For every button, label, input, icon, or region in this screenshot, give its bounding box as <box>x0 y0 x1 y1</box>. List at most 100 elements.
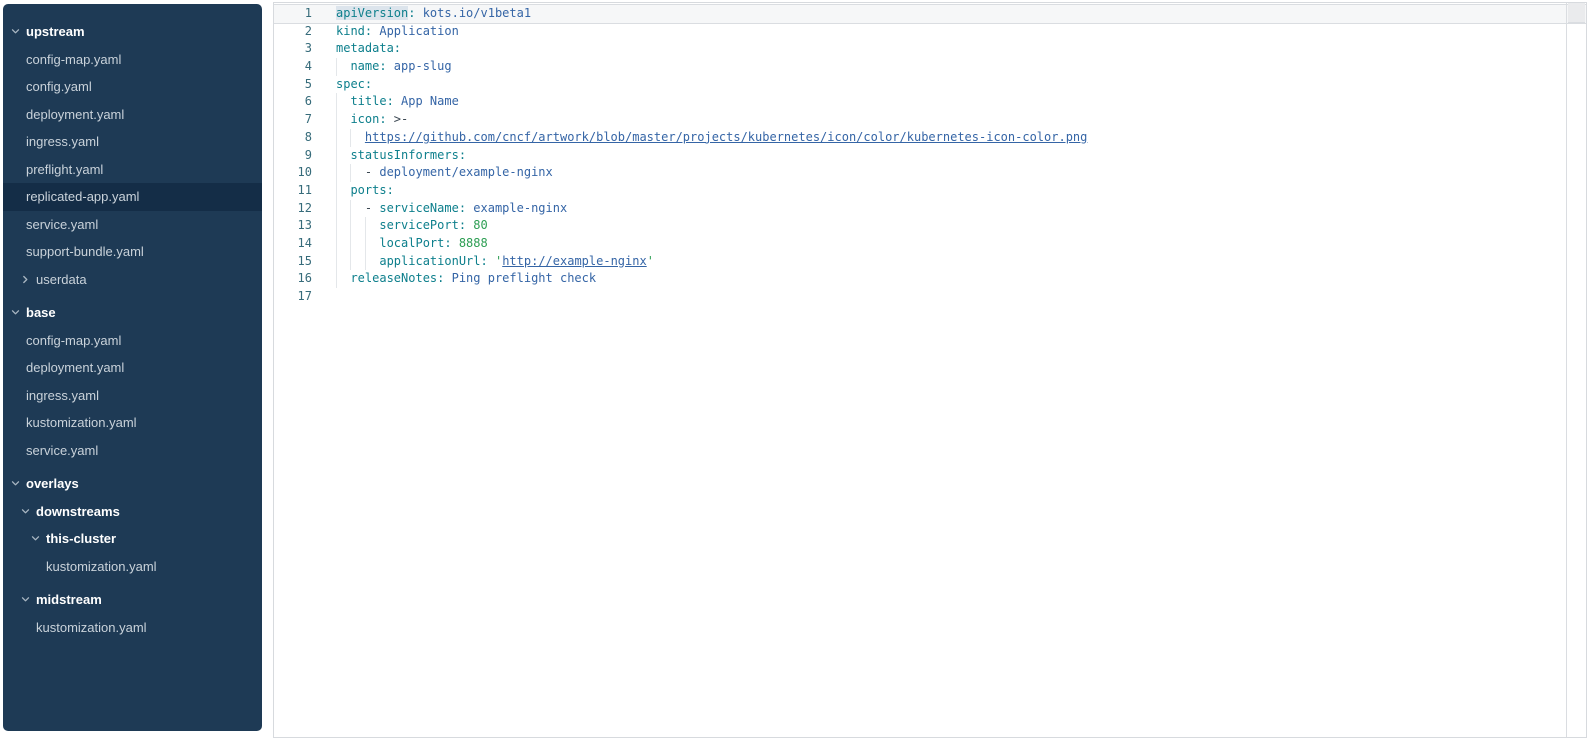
line-number: 1 <box>274 5 316 23</box>
tree-file-kustomization-yaml[interactable]: kustomization.yaml <box>3 553 262 581</box>
code-line-text: releaseNotes: Ping preflight check <box>316 270 1586 288</box>
line-number: 4 <box>274 58 316 76</box>
tree-item-label: kustomization.yaml <box>46 559 157 574</box>
line-number: 2 <box>274 23 316 41</box>
code-line-text: spec: <box>316 76 1586 94</box>
code-line: 6 title: App Name <box>274 93 1586 111</box>
code-line-text: ports: <box>316 182 1586 200</box>
tree-file-service-yaml[interactable]: service.yaml <box>3 211 262 239</box>
code-line: 14 localPort: 8888 <box>274 235 1586 253</box>
code-line: 7 icon: >- <box>274 111 1586 129</box>
indent-guide <box>350 253 351 271</box>
indent-guide <box>336 129 337 147</box>
line-number: 8 <box>274 129 316 147</box>
code-line-text: https://github.com/cncf/artwork/blob/mas… <box>316 129 1586 147</box>
code-line-text: localPort: 8888 <box>316 235 1586 253</box>
indent-guide <box>336 164 337 182</box>
tree-folder-downstreams[interactable]: downstreams <box>3 498 262 526</box>
tree-file-service-yaml[interactable]: service.yaml <box>3 437 262 465</box>
tree-file-deployment-yaml[interactable]: deployment.yaml <box>3 354 262 382</box>
code-line: 3metadata: <box>274 40 1586 58</box>
tree-item-label: service.yaml <box>26 217 98 232</box>
tree-file-config-map-yaml[interactable]: config-map.yaml <box>3 46 262 74</box>
chevron-right-icon <box>21 275 30 284</box>
tree-folder-midstream[interactable]: midstream <box>3 586 262 614</box>
tree-file-preflight-yaml[interactable]: preflight.yaml <box>3 156 262 184</box>
indent-guide <box>365 235 366 253</box>
tree-item-label: downstreams <box>36 504 120 519</box>
tree-item-label: ingress.yaml <box>26 388 99 403</box>
indent-guide <box>365 253 366 271</box>
indent-guide <box>336 147 337 165</box>
line-number: 7 <box>274 111 316 129</box>
code-line-text: applicationUrl: 'http://example-nginx' <box>316 253 1586 271</box>
indent-guide <box>350 129 351 147</box>
tree-folder-overlays[interactable]: overlays <box>3 470 262 498</box>
code-line-text: icon: >- <box>316 111 1586 129</box>
tree-folder-base[interactable]: base <box>3 299 262 327</box>
tree-item-label: userdata <box>36 272 87 287</box>
tree-file-config-map-yaml[interactable]: config-map.yaml <box>3 327 262 355</box>
code-line: 17 <box>274 288 1586 306</box>
line-number: 5 <box>274 76 316 94</box>
tree-file-kustomization-yaml[interactable]: kustomization.yaml <box>3 614 262 642</box>
code-line-text: title: App Name <box>316 93 1586 111</box>
line-number: 14 <box>274 235 316 253</box>
file-tree: upstream config-map.yaml config.yaml deploy… <box>3 18 262 641</box>
code-line: 5spec: <box>274 76 1586 94</box>
line-number: 12 <box>274 200 316 218</box>
line-number: 9 <box>274 147 316 165</box>
tree-item-label: deployment.yaml <box>26 107 124 122</box>
code-line-text: - serviceName: example-nginx <box>316 200 1586 218</box>
code-line-text: apiVersion: kots.io/v1beta1 <box>316 5 1586 23</box>
chevron-down-icon <box>21 595 30 604</box>
selected-word-highlight: apiVersion <box>336 6 408 20</box>
code-line-text: statusInformers: <box>316 147 1586 165</box>
yaml-editor[interactable]: 1apiVersion: kots.io/v1beta12kind: Appli… <box>273 2 1587 738</box>
code-line: 8 https://github.com/cncf/artwork/blob/m… <box>274 129 1586 147</box>
indent-guide <box>336 235 337 253</box>
line-number: 3 <box>274 40 316 58</box>
line-number: 15 <box>274 253 316 271</box>
tree-file-ingress-yaml[interactable]: ingress.yaml <box>3 382 262 410</box>
tree-folder-upstream[interactable]: upstream <box>3 18 262 46</box>
tree-item-label: overlays <box>26 476 79 491</box>
tree-file-deployment-yaml[interactable]: deployment.yaml <box>3 101 262 129</box>
tree-item-label: deployment.yaml <box>26 360 124 375</box>
tree-file-config-yaml[interactable]: config.yaml <box>3 73 262 101</box>
code-line: 13 servicePort: 80 <box>274 217 1586 235</box>
tree-item-label: kustomization.yaml <box>26 415 137 430</box>
line-number: 16 <box>274 270 316 288</box>
code-line-text: kind: Application <box>316 23 1586 41</box>
indent-guide <box>336 111 337 129</box>
chevron-down-icon <box>31 534 40 543</box>
tree-file-kustomization-yaml[interactable]: kustomization.yaml <box>3 409 262 437</box>
tree-folder-this-cluster[interactable]: this-cluster <box>3 525 262 553</box>
indent-guide <box>336 58 337 76</box>
code-line-text: name: app-slug <box>316 58 1586 76</box>
chevron-down-icon <box>11 479 20 488</box>
tree-item-label: replicated-app.yaml <box>26 189 139 204</box>
code-line: 4 name: app-slug <box>274 58 1586 76</box>
tree-file-replicated-app-yaml[interactable]: replicated-app.yaml <box>3 183 262 211</box>
tree-item-label: config-map.yaml <box>26 333 121 348</box>
code-line: 1apiVersion: kots.io/v1beta1 <box>274 5 1586 23</box>
scrollbar-thumb[interactable] <box>1568 3 1585 23</box>
tree-file-ingress-yaml[interactable]: ingress.yaml <box>3 128 262 156</box>
tree-file-support-bundle-yaml[interactable]: support-bundle.yaml <box>3 238 262 266</box>
indent-guide <box>336 270 337 288</box>
code-line-text: metadata: <box>316 40 1586 58</box>
tree-folder-userdata[interactable]: userdata <box>3 266 262 294</box>
code-line: 15 applicationUrl: 'http://example-nginx… <box>274 253 1586 271</box>
line-number: 13 <box>274 217 316 235</box>
tree-item-label: preflight.yaml <box>26 162 103 177</box>
code-line: 9 statusInformers: <box>274 147 1586 165</box>
tree-item-label: kustomization.yaml <box>36 620 147 635</box>
code-lines: 1apiVersion: kots.io/v1beta12kind: Appli… <box>274 5 1586 306</box>
tree-item-label: config.yaml <box>26 79 92 94</box>
code-line: 2kind: Application <box>274 23 1586 41</box>
vertical-scrollbar[interactable] <box>1566 3 1586 737</box>
tree-item-label: ingress.yaml <box>26 134 99 149</box>
indent-guide <box>336 93 337 111</box>
tree-item-label: config-map.yaml <box>26 52 121 67</box>
